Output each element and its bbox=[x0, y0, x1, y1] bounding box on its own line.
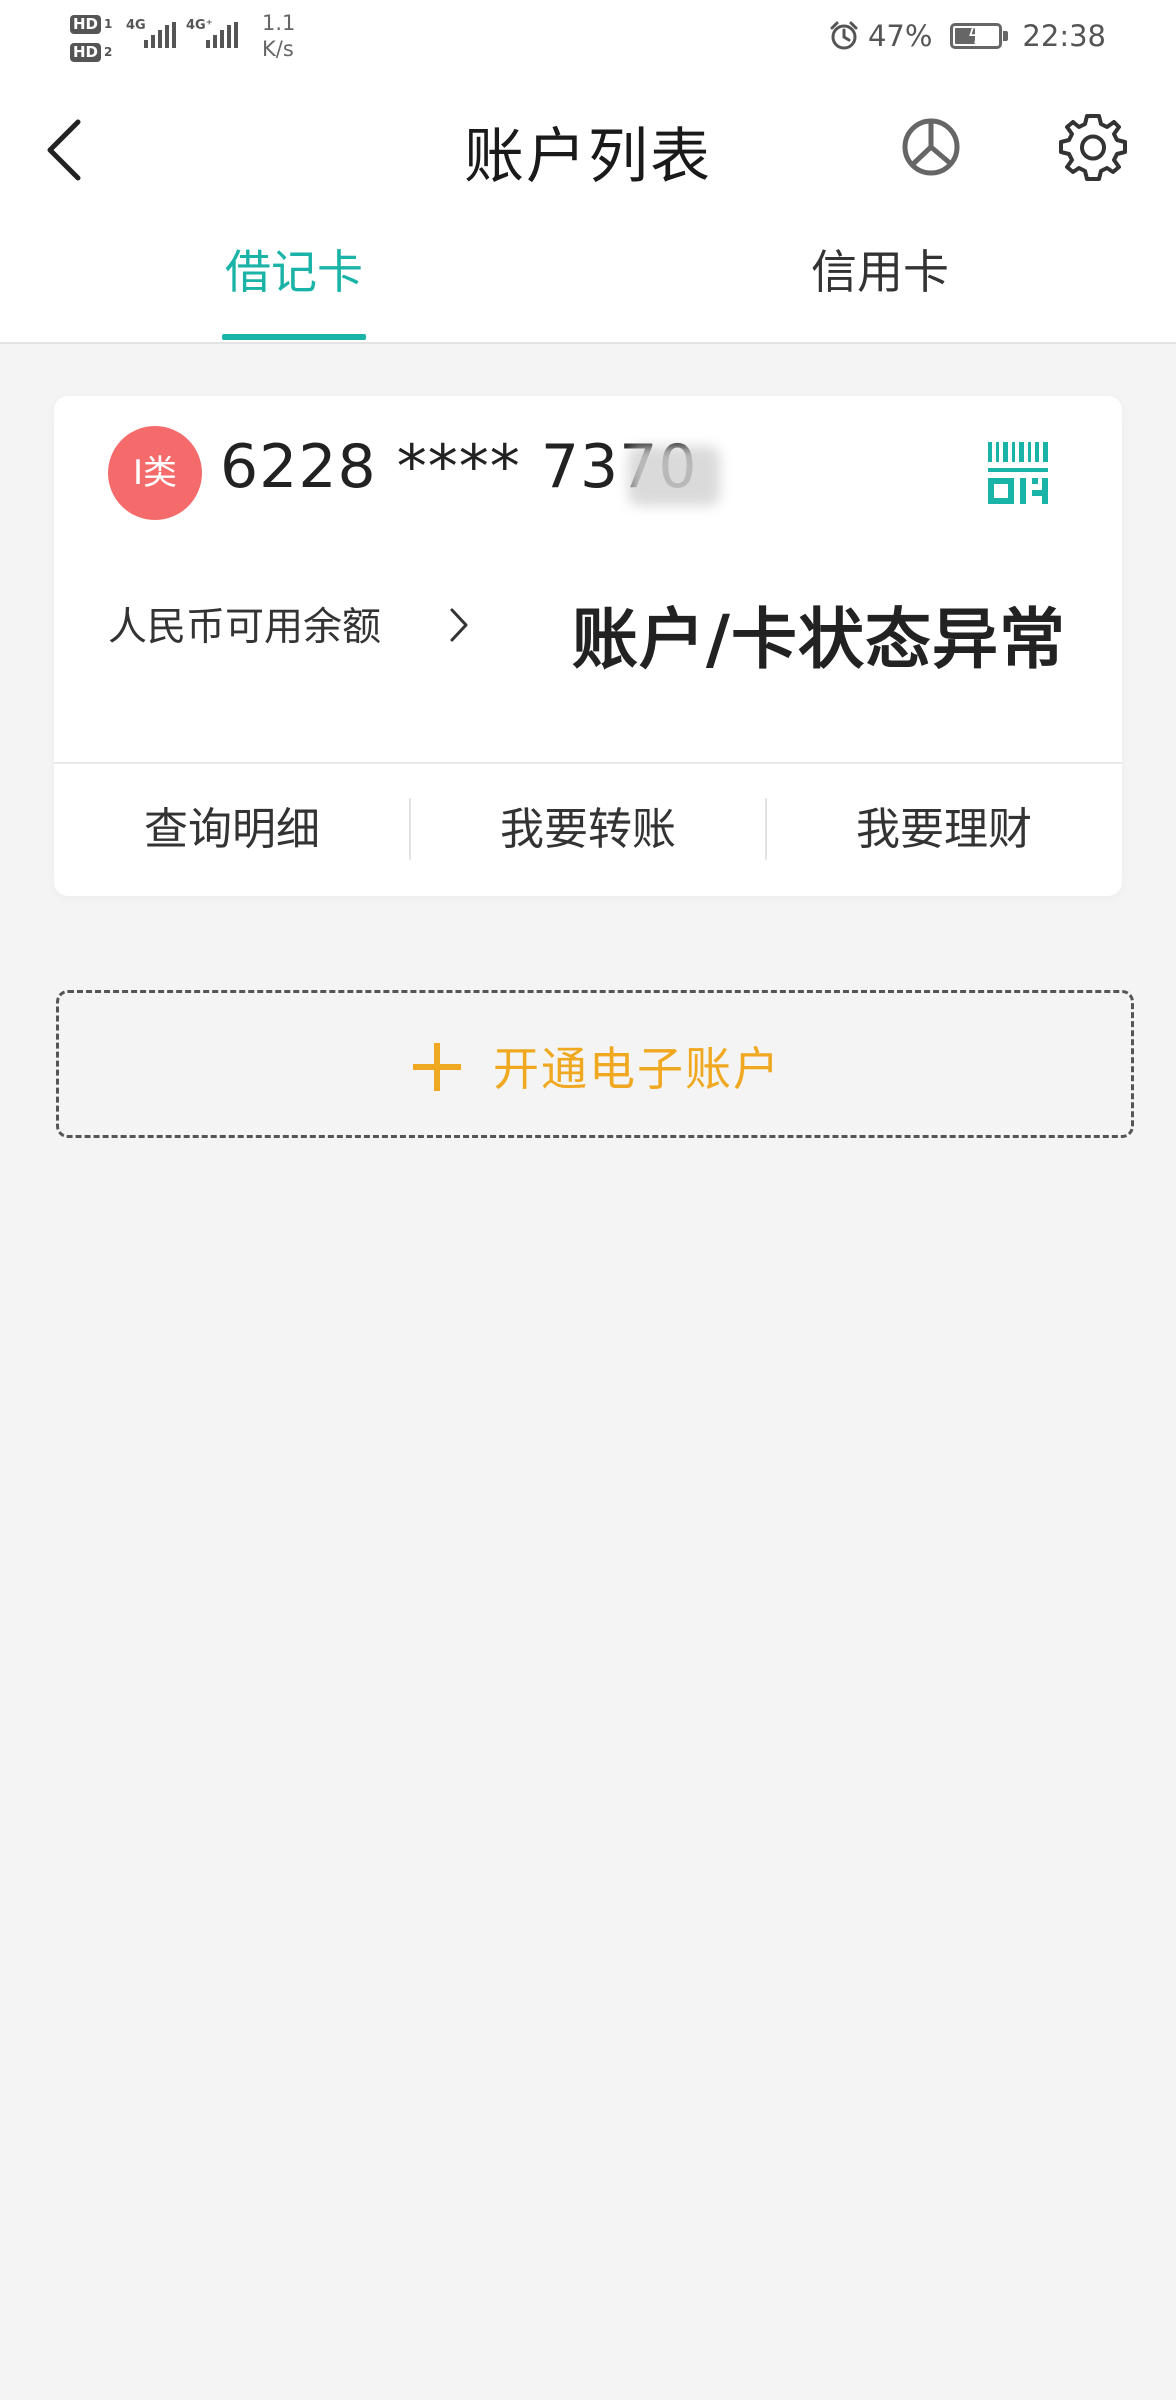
qr-code-icon bbox=[988, 442, 1048, 504]
account-card: I类 6228 **** 7370 人民币可用余额 账户/卡状态异常 查询明细 … bbox=[54, 396, 1122, 896]
hd-badge-1: HD bbox=[70, 14, 102, 34]
pie-chart-icon bbox=[902, 118, 960, 176]
charging-bolt-icon: ϟ bbox=[967, 24, 981, 48]
speed-value: 1.1 bbox=[262, 11, 296, 35]
query-details-button[interactable]: 查询明细 bbox=[54, 764, 410, 896]
statistics-button[interactable] bbox=[896, 112, 966, 182]
qr-code-button[interactable] bbox=[986, 440, 1052, 506]
settings-button[interactable] bbox=[1056, 110, 1130, 184]
balance-label[interactable]: 人民币可用余额 bbox=[108, 596, 381, 652]
card-type-tabs: 借记卡 信用卡 bbox=[0, 222, 1176, 344]
tab-debit-card[interactable]: 借记卡 bbox=[200, 242, 388, 342]
gear-icon bbox=[1059, 114, 1127, 181]
chevron-right-icon bbox=[450, 608, 468, 642]
speed-unit: K/s bbox=[262, 37, 294, 61]
app-header: 账户列表 bbox=[0, 72, 1176, 222]
hd-badge-2: HD bbox=[70, 42, 102, 62]
plus-icon bbox=[413, 1043, 461, 1091]
active-tab-indicator bbox=[222, 334, 366, 340]
account-status: 账户/卡状态异常 bbox=[571, 601, 1066, 678]
clock: 22:38 bbox=[1022, 19, 1106, 53]
hd-indicators: HD 1 HD 2 bbox=[70, 10, 118, 66]
battery-percent: 47% bbox=[867, 19, 933, 53]
page-title: 账户列表 bbox=[464, 122, 712, 192]
balance-arrow-button[interactable] bbox=[446, 602, 472, 648]
account-class-badge: I类 bbox=[108, 426, 202, 520]
status-right: 47% ϟ 22:38 bbox=[828, 12, 1106, 60]
alarm-icon bbox=[830, 21, 858, 50]
signal-1-label: 4G bbox=[126, 18, 146, 33]
open-e-account-label: 开通电子账户 bbox=[493, 1042, 781, 1096]
card-actions: 查询明细 我要转账 我要理财 bbox=[54, 764, 1122, 896]
battery-icon: ϟ bbox=[950, 23, 1009, 49]
status-bar: HD 1 HD 2 4G 4G⁺ 1.1 K/s 47% ϟ 22:38 bbox=[0, 0, 1176, 72]
hd-sub-2: 2 bbox=[104, 45, 113, 59]
tab-credit-card[interactable]: 信用卡 bbox=[780, 242, 980, 342]
open-e-account-button[interactable]: 开通电子账户 bbox=[56, 990, 1134, 1138]
transfer-button[interactable]: 我要转账 bbox=[410, 764, 766, 896]
masked-name-blur bbox=[628, 446, 720, 506]
hd-sub-1: 1 bbox=[104, 17, 113, 31]
network-speed: 1.1 K/s bbox=[262, 10, 295, 62]
wealth-management-button[interactable]: 我要理财 bbox=[766, 764, 1122, 896]
card-number: 6228 **** 7370 bbox=[220, 432, 698, 502]
